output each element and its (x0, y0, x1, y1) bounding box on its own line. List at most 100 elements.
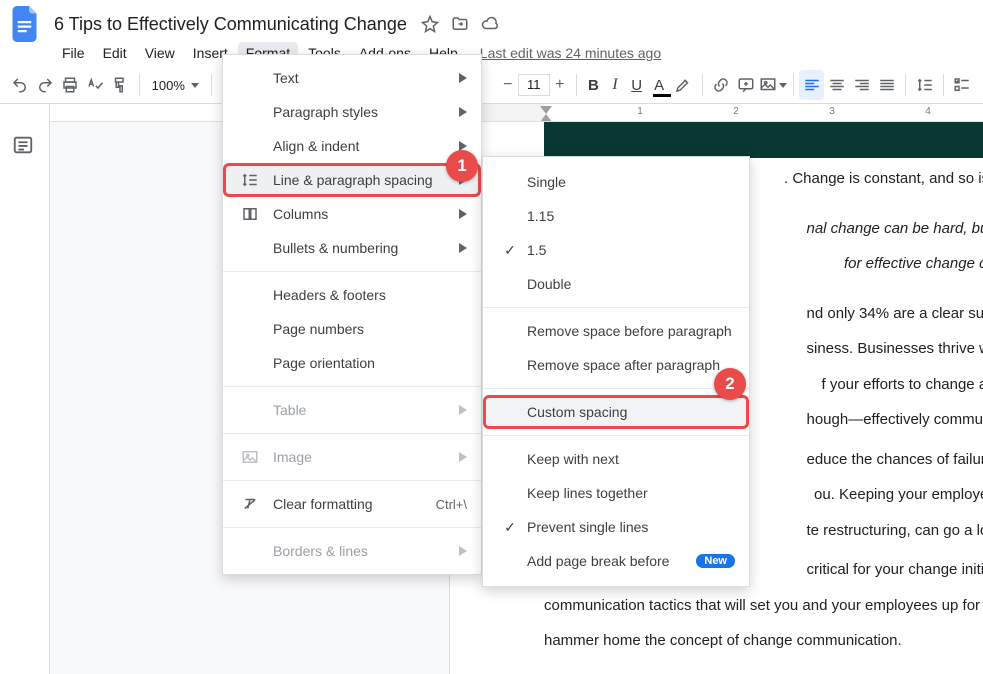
format-clear-formatting-item[interactable]: Clear formatting Ctrl+\ (223, 487, 481, 521)
underline-button[interactable]: U (626, 70, 648, 100)
menu-shortcut: Ctrl+\ (436, 497, 467, 512)
cloud-status-icon[interactable] (481, 15, 499, 33)
menu-separator (483, 435, 749, 436)
redo-button[interactable] (33, 70, 58, 100)
columns-icon (237, 205, 263, 223)
ruler-number: 2 (733, 106, 739, 117)
spacing-keep-lines-item[interactable]: Keep lines together (483, 476, 749, 510)
format-page-orientation-item[interactable]: Page orientation (223, 346, 481, 380)
spacing-remove-before-item[interactable]: Remove space before paragraph (483, 314, 749, 348)
move-folder-icon[interactable] (451, 15, 469, 33)
ruler-number: 4 (925, 106, 931, 117)
toolbar-divider (576, 74, 577, 96)
bold-button[interactable]: B (583, 70, 605, 100)
spacing-remove-after-item[interactable]: Remove space after paragraph (483, 348, 749, 382)
format-bullets-numbering-item[interactable]: Bullets & numbering (223, 231, 481, 265)
format-align-indent-item[interactable]: Align & indent (223, 129, 481, 163)
insert-comment-button[interactable] (734, 70, 759, 100)
ruler[interactable]: 1 2 3 4 5 (50, 104, 983, 122)
spellcheck-button[interactable] (83, 70, 108, 100)
format-image-item: Image (223, 440, 481, 474)
spacing-double-item[interactable]: Double (483, 267, 749, 301)
line-spacing-button[interactable] (912, 70, 937, 100)
submenu-arrow-icon (459, 543, 467, 559)
outline-rail (0, 104, 50, 674)
document-title[interactable]: 6 Tips to Effectively Communicating Chan… (54, 14, 407, 35)
submenu-arrow-icon (459, 240, 467, 256)
submenu-arrow-icon (459, 402, 467, 418)
line-spacing-icon (237, 171, 263, 189)
undo-button[interactable] (8, 70, 33, 100)
body-text: f your efforts to change and (822, 376, 983, 393)
body-text: communication tactics that will set you … (544, 597, 980, 614)
body-text: for effective change comm (844, 255, 983, 272)
font-size-input[interactable]: 11 (518, 74, 550, 96)
clear-formatting-icon (237, 495, 263, 513)
menu-separator (223, 527, 481, 528)
spacing-15-item[interactable]: ✓1.5 (483, 233, 749, 267)
body-text: ou. Keeping your employees in (814, 486, 983, 503)
spacing-115-item[interactable]: 1.15 (483, 199, 749, 233)
callout-1: 1 (446, 150, 478, 182)
format-text-item[interactable]: Text (223, 61, 481, 95)
format-menu: Text Paragraph styles Align & indent Lin… (222, 54, 482, 575)
text-color-button[interactable]: A (648, 70, 671, 100)
format-columns-item[interactable]: Columns (223, 197, 481, 231)
ruler-number: 3 (829, 106, 835, 117)
line-spacing-submenu: Single 1.15 ✓1.5 Double Remove space bef… (482, 156, 750, 587)
menu-separator (483, 388, 749, 389)
italic-button[interactable]: I (604, 70, 626, 100)
chevron-down-icon (779, 83, 787, 88)
format-page-numbers-item[interactable]: Page numbers (223, 312, 481, 346)
menu-separator (223, 386, 481, 387)
insert-link-button[interactable] (709, 70, 734, 100)
insert-image-button[interactable] (759, 70, 787, 100)
body-text: hammer home the concept of change commun… (544, 632, 902, 649)
outline-toggle-icon[interactable] (12, 134, 38, 160)
spacing-page-break-before-item[interactable]: Add page break beforeNew (483, 544, 749, 578)
new-badge: New (696, 554, 735, 568)
star-icon[interactable] (421, 15, 439, 33)
align-right-button[interactable] (849, 70, 874, 100)
zoom-value: 100% (152, 78, 185, 93)
ruler-number: 1 (637, 106, 643, 117)
checklist-button[interactable] (950, 70, 975, 100)
zoom-select[interactable]: 100% (146, 78, 205, 93)
menu-view[interactable]: View (137, 42, 183, 64)
spacing-prevent-single-item[interactable]: ✓Prevent single lines (483, 510, 749, 544)
check-icon: ✓ (497, 519, 523, 536)
format-paragraph-styles-item[interactable]: Paragraph styles (223, 95, 481, 129)
format-table-item: Table (223, 393, 481, 427)
toolbar-divider (139, 74, 140, 96)
spacing-custom-item[interactable]: Custom spacing (483, 395, 749, 429)
ruler-left-indent[interactable] (540, 114, 552, 122)
font-size-decrease-button[interactable]: − (498, 76, 518, 94)
menu-separator (223, 271, 481, 272)
font-size-increase-button[interactable]: + (550, 76, 570, 94)
body-text: critical for your change initiativ (807, 561, 983, 578)
align-center-button[interactable] (824, 70, 849, 100)
spacing-keep-next-item[interactable]: Keep with next (483, 442, 749, 476)
menu-file[interactable]: File (54, 42, 93, 64)
toolbar-divider (702, 74, 703, 96)
menu-separator (483, 307, 749, 308)
submenu-arrow-icon (459, 70, 467, 86)
body-text: nal change can be hard, but (807, 220, 983, 237)
spacing-single-item[interactable]: Single (483, 165, 749, 199)
highlight-button[interactable] (671, 70, 696, 100)
format-line-spacing-item[interactable]: Line & paragraph spacing (223, 163, 481, 197)
print-button[interactable] (58, 70, 83, 100)
docs-logo-icon[interactable] (8, 6, 44, 42)
submenu-arrow-icon (459, 104, 467, 120)
submenu-arrow-icon (459, 449, 467, 465)
last-edit-link[interactable]: Last edit was 24 minutes ago (480, 45, 661, 61)
submenu-arrow-icon (459, 206, 467, 222)
align-justify-button[interactable] (874, 70, 899, 100)
align-left-button[interactable] (799, 70, 824, 100)
ruler-first-line-indent[interactable] (540, 106, 552, 114)
image-icon (237, 448, 263, 466)
header-image (544, 122, 983, 158)
paint-format-button[interactable] (108, 70, 133, 100)
format-headers-footers-item[interactable]: Headers & footers (223, 278, 481, 312)
menu-edit[interactable]: Edit (95, 42, 135, 64)
